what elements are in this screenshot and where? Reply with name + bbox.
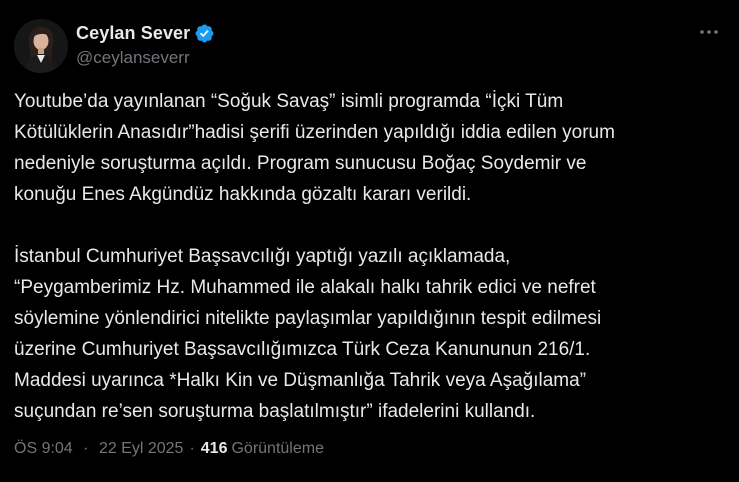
tweet-text-line: Kötülüklerin Anasıdır”hadisi şerifi üzer…	[14, 122, 615, 143]
tweet-text-line: Maddesi uyarınca *Halkı Kin ve Düşmanlığ…	[14, 370, 587, 391]
tweet-text-line: “Peygamberimiz Hz. Muhammed ile alakalı …	[14, 277, 596, 298]
more-horizontal-icon	[700, 30, 718, 34]
author-handle[interactable]: @ceylanseverr	[76, 48, 190, 68]
tweet-text-line: söylemine yönlendirici nitelikte paylaşı…	[14, 308, 602, 329]
tweet-text-line: Youtube’da yayınlanan “Soğuk Savaş” isim…	[14, 91, 564, 112]
avatar[interactable]	[14, 19, 68, 73]
tweet-text-line: üzerine Cumhuriyet Başsavcılığımızca Tür…	[14, 339, 591, 360]
tweet-text-line: konuğu Enes Akgündüz hakkında gözaltı ka…	[14, 184, 472, 205]
author-display-name[interactable]: Ceylan Sever	[76, 23, 190, 44]
tweet: Ceylan Sever @ceylanseverr Youtube’da ya…	[0, 0, 739, 482]
meta-separator: ·	[189, 440, 195, 457]
views-label: Görüntüleme	[231, 440, 324, 457]
avatar-image	[14, 19, 68, 73]
tweet-text: Youtube’da yayınlanan “Soğuk Savaş” isim…	[14, 86, 714, 427]
tweet-time: ÖS 9:04	[14, 440, 73, 457]
more-options-button[interactable]	[693, 20, 725, 44]
views-count[interactable]: 416	[201, 440, 228, 458]
verified-badge-icon[interactable]	[194, 23, 215, 44]
tweet-text-line: suçundan re’sen soruşturma başlatılmıştı…	[14, 401, 536, 422]
tweet-time-link[interactable]: ÖS 9:04 · 22 Eyl 2025	[14, 440, 183, 458]
tweet-text-line: İstanbul Cumhuriyet Başsavcılığı yaptığı…	[14, 246, 511, 267]
author-name-row: Ceylan Sever	[76, 21, 215, 45]
tweet-meta: ÖS 9:04 · 22 Eyl 2025 · 416 Görüntüleme	[14, 440, 324, 458]
meta-separator: ·	[83, 440, 89, 457]
tweet-text-line: nedeniyle soruşturma açıldı. Program sun…	[14, 153, 587, 174]
tweet-date: 22 Eyl 2025	[98, 440, 184, 457]
